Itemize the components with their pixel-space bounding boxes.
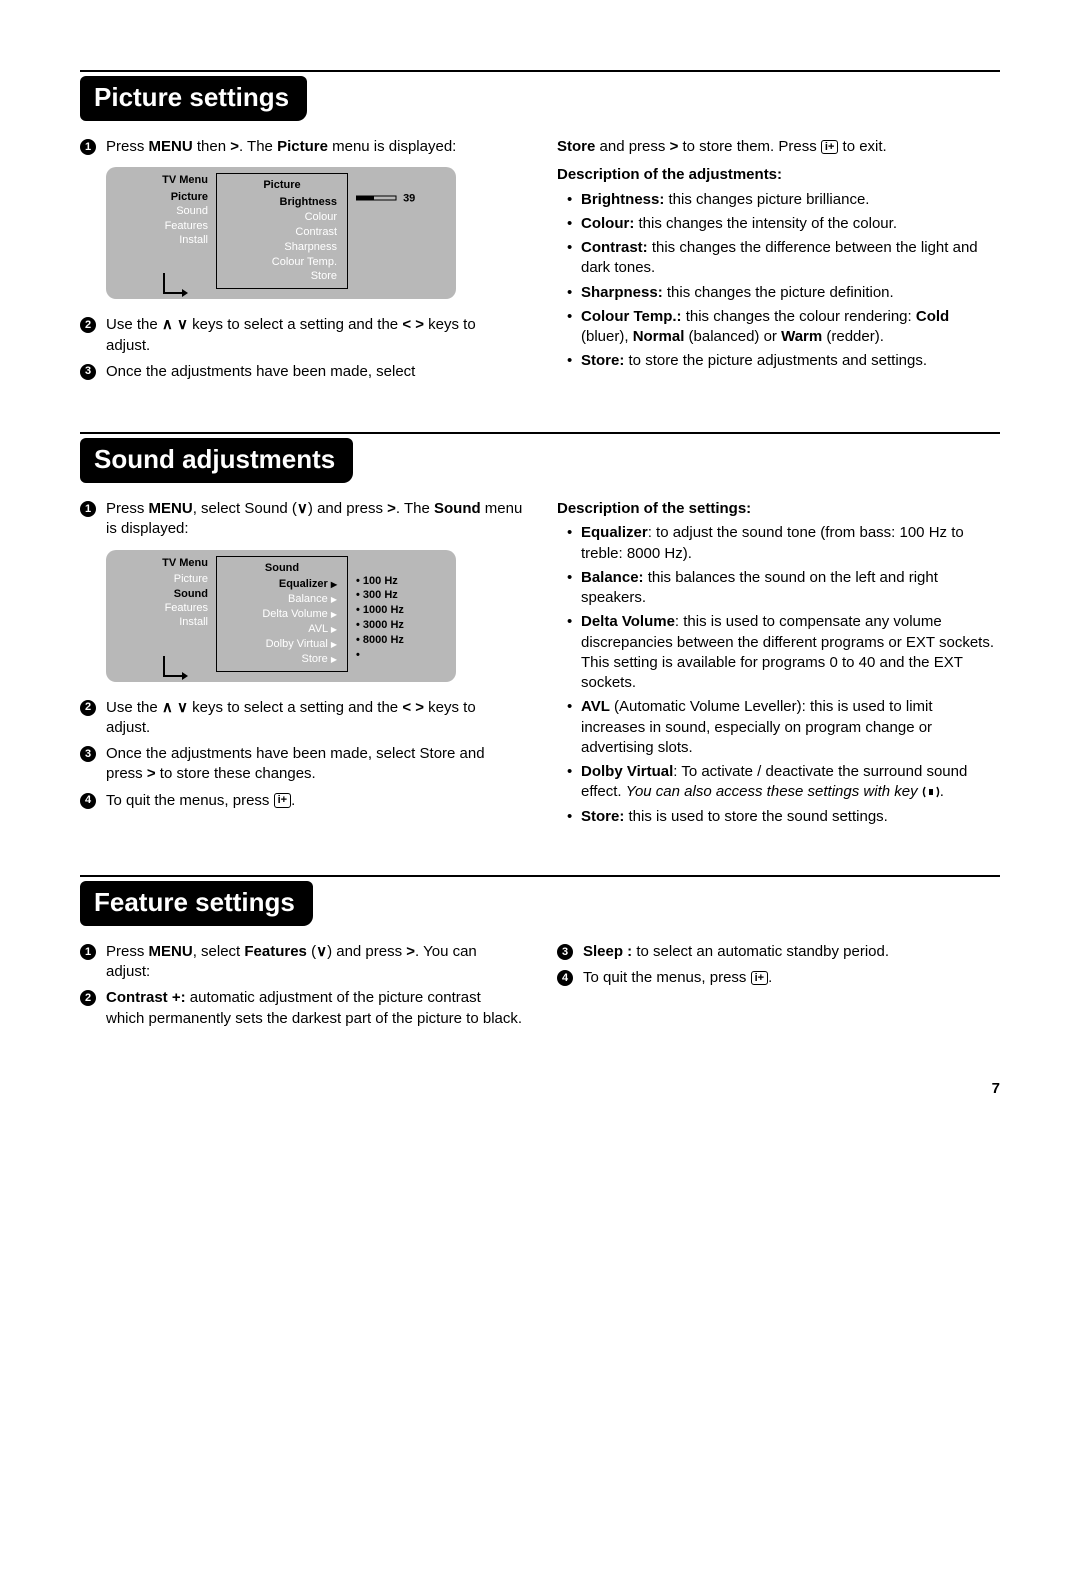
osd-mid-head: Sound <box>227 561 337 576</box>
down-arrow-icon: ∨ <box>316 943 327 960</box>
sound-step-1: Press MENU, select Sound (∨) and press >… <box>106 499 523 540</box>
picture-step-3-cont: Store and press > to store them. Press i… <box>557 137 1000 157</box>
osd-value: 39 <box>403 193 415 205</box>
picture-step-3: Once the adjustments have been made, sel… <box>106 362 523 382</box>
sound-step-2: Use the ∧ ∨ keys to select a setting and… <box>106 698 523 739</box>
osd-left-item: Picture <box>116 190 208 204</box>
osd-mid-item: Store <box>227 269 337 284</box>
osd-slider: 39 <box>348 173 436 206</box>
feature-step-2: Contrast +: automatic adjustment of the … <box>106 988 523 1029</box>
osd-left-item: Features <box>116 219 208 233</box>
right-arrow-icon: > <box>230 138 239 155</box>
step-num-2: 2 <box>80 317 96 333</box>
osd-left-item: Install <box>116 233 208 247</box>
step-num-4: 4 <box>80 793 96 809</box>
picture-step-2: Use the ∧ ∨ keys to select a setting and… <box>106 315 523 356</box>
step-num-1: 1 <box>80 139 96 155</box>
osd-hz-item: 3000 Hz <box>363 619 404 631</box>
sound-step-3: Once the adjustments have been made, sel… <box>106 744 523 785</box>
down-arrow-icon: ∨ <box>297 500 308 517</box>
osd-left-item: Install <box>116 615 208 629</box>
osd-mid-item: Balance <box>288 593 328 605</box>
step-num-2: 2 <box>80 990 96 1006</box>
section-sound: Sound adjustments 1 Press MENU, select S… <box>80 432 1000 831</box>
osd-mid-item: AVL <box>308 623 328 635</box>
osd-left-item: Sound <box>116 587 208 601</box>
osd-left-head: TV Menu <box>116 173 208 188</box>
osd-hz-item: 100 Hz <box>363 575 398 587</box>
up-down-arrow-icon: ∧ ∨ <box>162 316 188 333</box>
osd-mid-item: Sharpness <box>227 240 337 255</box>
right-arrow-icon: > <box>670 138 679 155</box>
sound-desc-list: Equalizer: to adjust the sound tone (fro… <box>557 523 1000 827</box>
osd-mid-item: Equalizer <box>279 578 328 590</box>
feature-step-4: To quit the menus, press i+. <box>583 968 1000 988</box>
info-icon: i+ <box>274 793 291 807</box>
sound-desc-head: Description of the settings: <box>557 500 751 517</box>
step-num-3: 3 <box>80 364 96 380</box>
feature-step-3: Sleep : to select an automatic standby p… <box>583 942 1000 962</box>
divider <box>80 875 1000 877</box>
step-num-3: 3 <box>80 746 96 762</box>
osd-mid-item: Colour Temp. <box>227 255 337 270</box>
osd-left-item: Picture <box>116 572 208 586</box>
section-feature: Feature settings 1 Press MENU, select Fe… <box>80 875 1000 1035</box>
surround-icon <box>922 783 940 800</box>
picture-desc-list: Brightness: this changes picture brillia… <box>557 190 1000 372</box>
step-num-3: 3 <box>557 944 573 960</box>
divider <box>80 432 1000 434</box>
osd-hook-icon <box>160 656 190 684</box>
info-icon: i+ <box>751 971 768 985</box>
osd-left-item: Features <box>116 601 208 615</box>
osd-left-head: TV Menu <box>116 556 208 571</box>
page-number: 7 <box>80 1079 1000 1099</box>
osd-mid-item: Store <box>301 653 327 665</box>
heading-feature: Feature settings <box>80 881 313 926</box>
section-picture: Picture settings 1 Press MENU then >. Th… <box>80 70 1000 388</box>
step-num-1: 1 <box>80 944 96 960</box>
osd-hz-item: 1000 Hz <box>363 604 404 616</box>
heading-sound: Sound adjustments <box>80 438 353 483</box>
divider <box>80 70 1000 72</box>
feature-step-1: Press MENU, select Features (∨) and pres… <box>106 942 523 983</box>
step-num-1: 1 <box>80 501 96 517</box>
left-right-arrow-icon: < > <box>402 699 424 716</box>
right-arrow-icon: > <box>406 943 415 960</box>
sound-step-4: To quit the menus, press i+. <box>106 791 523 811</box>
osd-hook-icon <box>160 273 190 301</box>
osd-mid-item: Contrast <box>227 225 337 240</box>
osd-mid-item: Colour <box>227 210 337 225</box>
right-arrow-icon: > <box>387 500 396 517</box>
osd-hz-item: 8000 Hz <box>363 634 404 646</box>
info-icon: i+ <box>821 140 838 154</box>
right-arrow-icon: > <box>147 765 156 782</box>
osd-mid-item: Brightness <box>227 195 337 210</box>
up-down-arrow-icon: ∧ ∨ <box>162 699 188 716</box>
osd-hz-item: 300 Hz <box>363 589 398 601</box>
osd-mid-item: Delta Volume <box>262 608 327 620</box>
osd-mid-head: Picture <box>227 178 337 193</box>
osd-picture-menu: TV Menu Picture Sound Features Install P… <box>106 167 456 299</box>
step-num-2: 2 <box>80 700 96 716</box>
picture-step-1: Press MENU then >. The Picture menu is d… <box>106 137 523 157</box>
picture-desc-head: Description of the adjustments: <box>557 166 782 183</box>
left-right-arrow-icon: < > <box>402 316 424 333</box>
osd-mid-item: Dolby Virtual <box>266 638 328 650</box>
osd-left-item: Sound <box>116 204 208 218</box>
step-num-4: 4 <box>557 970 573 986</box>
heading-picture: Picture settings <box>80 76 307 121</box>
osd-sound-menu: TV Menu Picture Sound Features Install S… <box>106 550 456 682</box>
